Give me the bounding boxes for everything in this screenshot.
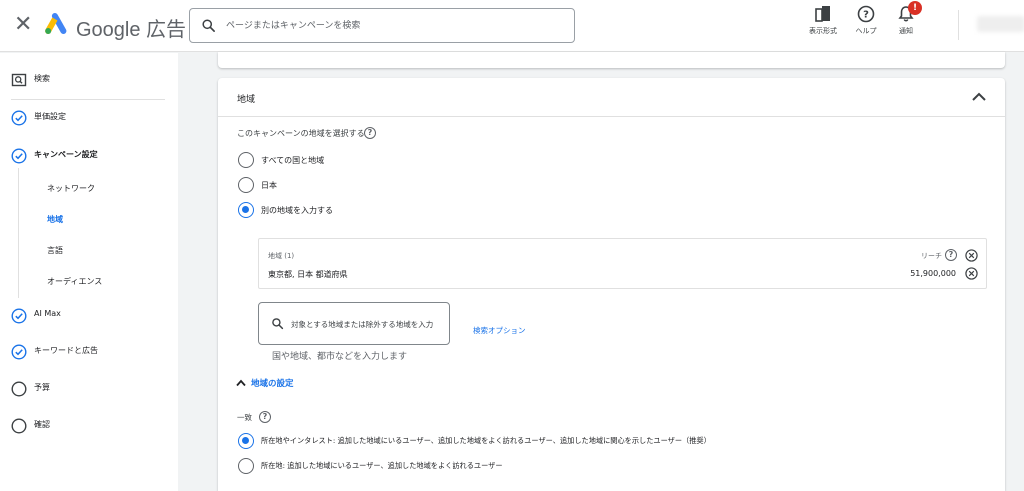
svg-text:?: ? [863,10,869,21]
location-settings-label: 地域の設定 [251,379,294,389]
account-switcher[interactable] [958,10,1024,40]
sidebar-search[interactable]: 検索 [0,67,178,93]
display-format-label: 表示形式 [809,27,837,35]
search-options-link[interactable]: 検索オプション [473,325,526,336]
previous-section-card [218,52,1005,68]
sidebar-subitem-label: 言語 [47,246,63,255]
empty-circle-icon [11,418,27,434]
reach-header: リーチ [921,252,942,260]
sidebar-subitem-location[interactable]: 地域 [0,209,178,231]
chevron-up-icon [236,379,246,387]
section-header-divider [218,116,1005,117]
check-circle-icon [11,308,27,324]
sidebar-item-label: キャンペーン設定 [34,150,98,159]
sidebar-item-label: 確認 [34,420,50,429]
check-circle-icon [11,110,27,126]
location-search-input[interactable] [291,317,446,331]
help-circle-icon[interactable]: ? [364,127,376,139]
location-reach: 51,900,000 [910,269,956,278]
global-search[interactable] [189,8,575,43]
sidebar: 検索 単価設定 キャンペーン設定 ネットワーク 地域 言語 オーディエンス AI… [0,53,178,491]
notifications-label: 通知 [899,27,913,35]
sidebar-item-keywords-ads[interactable]: キーワードと広告 [0,339,178,365]
sidebar-item-bidding[interactable]: 単価設定 [0,105,178,131]
notifications-button[interactable]: ! 通知 [886,1,926,36]
help-circle-icon[interactable]: ? [259,411,271,423]
location-question: このキャンペーンの地域を選択する [237,129,365,138]
radio-button-selected[interactable] [238,433,254,449]
sidebar-subitem-network[interactable]: ネットワーク [0,178,178,200]
sidebar-item-ai-max[interactable]: AI Max [0,303,178,329]
check-circle-icon [11,148,27,164]
radio-button[interactable] [238,152,254,168]
google-ads-logo [45,12,67,35]
sidebar-item-budget[interactable]: 予算 [0,376,178,402]
radio-button[interactable] [238,458,254,474]
selected-locations-list: 地域 (1) リーチ ? 東京都, 日本 都道府県 51,900,000 [258,238,987,289]
brand-name: Google 広告 [76,19,187,41]
remove-all-icon[interactable] [965,249,978,262]
help-label: ヘルプ [855,27,877,35]
top-bar: ✕ Google 広告 表示形式 ? ヘルプ ! 通知 [0,0,1024,52]
radio-label: 所在地: 追加した地域にいるユーザー、追加した地域をよく訪れるユーザー [261,461,503,470]
section-title: 地域 [237,95,256,105]
location-search-field[interactable] [258,302,450,345]
radio-label: 別の地域を入力する [261,206,333,215]
sidebar-subitem-label: 地域 [47,215,63,224]
radio-button-selected[interactable] [238,202,254,218]
sidebar-subitem-language[interactable]: 言語 [0,240,178,262]
sidebar-item-label: キーワードと広告 [34,346,98,355]
sidebar-item-label: 予算 [34,383,50,392]
account-name-redacted [977,16,1024,32]
sidebar-item-label: 単価設定 [34,112,66,121]
empty-circle-icon [11,381,27,397]
remove-location-icon[interactable] [965,267,978,280]
sidebar-subitem-label: オーディエンス [47,277,103,286]
radio-label: 日本 [261,181,277,190]
display-format-icon [815,6,830,22]
location-input-hint: 国や地域、都市などを入力します [272,352,408,362]
display-format-button[interactable]: 表示形式 [803,5,843,36]
location-name: 東京都, 日本 都道府県 [268,270,348,279]
search-icon [202,19,215,32]
notification-badge: ! [908,1,922,15]
search-input[interactable] [226,16,556,36]
sidebar-subitem-audience[interactable]: オーディエンス [0,271,178,293]
chevron-up-icon[interactable] [969,88,989,106]
sidebar-item-label: AI Max [34,309,61,318]
sidebar-search-label: 検索 [34,74,50,83]
search-box-icon [11,73,27,87]
match-label: 一致 [237,413,252,422]
location-section-card: 地域 このキャンペーンの地域を選択する ? すべての国と地域 日本 別の地域を入… [218,78,1005,491]
radio-button[interactable] [238,177,254,193]
locations-count-header: 地域 (1) [268,252,295,260]
help-button[interactable]: ? ヘルプ [846,5,886,36]
sidebar-item-campaign-settings[interactable]: キャンペーン設定 [0,143,178,169]
search-icon [272,318,284,330]
sidebar-subitem-label: ネットワーク [47,184,95,193]
radio-label: 所在地やインタレスト: 追加した地域にいるユーザー、追加した地域をよく訪れるユー… [261,436,711,445]
check-circle-icon [11,344,27,360]
sidebar-divider [11,99,165,100]
radio-label: すべての国と地域 [261,156,325,165]
sidebar-item-review[interactable]: 確認 [0,413,178,439]
close-icon[interactable]: ✕ [14,13,32,37]
help-icon: ? [857,5,875,23]
help-circle-icon[interactable]: ? [945,249,957,261]
